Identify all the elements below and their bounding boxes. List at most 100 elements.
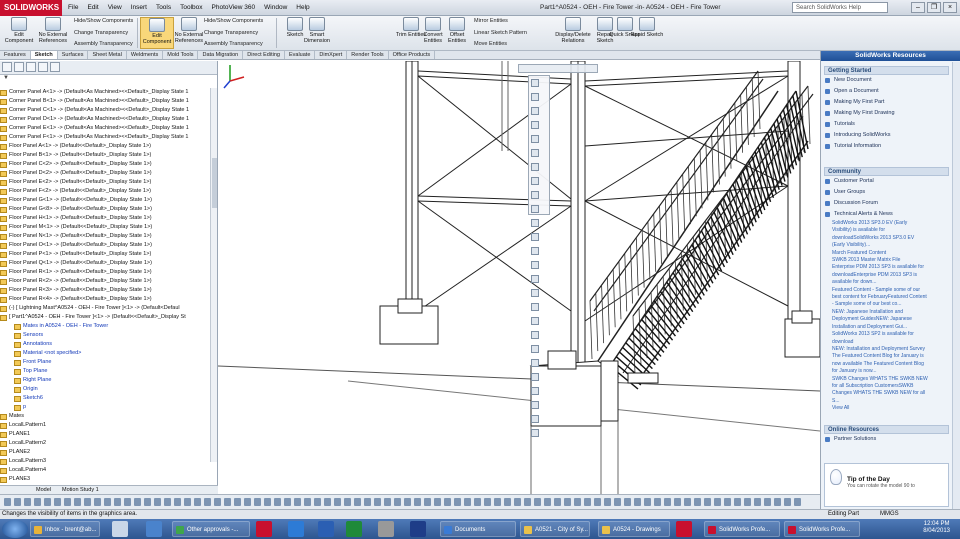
tab-mold-tools[interactable]: Mold Tools bbox=[163, 51, 199, 59]
news-item[interactable]: now available The Featured Content Blog bbox=[824, 361, 949, 368]
toolbar-tool-icon[interactable] bbox=[14, 498, 21, 506]
news-item[interactable]: Featured Content - Sample some of our bbox=[824, 287, 949, 294]
palette-tool-icon[interactable] bbox=[531, 275, 539, 283]
tree-item[interactable]: Sensors bbox=[0, 331, 211, 340]
palette-tool-icon[interactable] bbox=[531, 303, 539, 311]
minimize-icon[interactable]: – bbox=[911, 2, 925, 13]
tree-item[interactable]: Mates bbox=[0, 412, 211, 421]
toolbar-tool-icon[interactable] bbox=[584, 498, 591, 506]
scroll-thumb[interactable] bbox=[212, 158, 217, 208]
tree-item[interactable]: Mates in A0524 - OEH - Fire Tower bbox=[0, 322, 211, 331]
task-pane-scrollbar[interactable] bbox=[952, 62, 960, 509]
palette-tool-icon[interactable] bbox=[531, 289, 539, 297]
toolbar-tool-icon[interactable] bbox=[394, 498, 401, 506]
toolbar-tool-icon[interactable] bbox=[134, 498, 141, 506]
toolbar-tool-icon[interactable] bbox=[444, 498, 451, 506]
palette-tool-icon[interactable] bbox=[531, 149, 539, 157]
technical-alerts-link[interactable]: Technical Alerts & News bbox=[824, 209, 949, 220]
news-item[interactable]: Changes WHATS THE SWKB NEW for all bbox=[824, 390, 949, 397]
toolbar-tool-icon[interactable] bbox=[684, 498, 691, 506]
tree-item[interactable]: Corner Panel B<1> -> (Default<As Machine… bbox=[0, 97, 211, 106]
tree-item[interactable]: Floor Panel O<1> -> (Default<<Default>_D… bbox=[0, 241, 211, 250]
toolbar-tool-icon[interactable] bbox=[334, 498, 341, 506]
edit-component-button-active[interactable]: Edit Component bbox=[140, 17, 174, 49]
no-external-references-button[interactable]: No External References bbox=[36, 17, 70, 49]
taskbar-solidworks-icon[interactable] bbox=[676, 521, 692, 537]
news-item[interactable]: March Featured Content bbox=[824, 250, 949, 257]
toolbar-tool-icon[interactable] bbox=[524, 498, 531, 506]
news-item[interactable]: S... bbox=[824, 398, 949, 405]
toolbar-tool-icon[interactable] bbox=[264, 498, 271, 506]
news-item[interactable]: downloadEnterprise PDM 2013 SP3 is bbox=[824, 272, 949, 279]
mirror-entities[interactable]: Mirror Entities bbox=[474, 18, 508, 24]
tree-item[interactable]: Origin bbox=[0, 385, 211, 394]
taskbar-app-icon[interactable] bbox=[146, 521, 162, 537]
toolbar-tool-icon[interactable] bbox=[174, 498, 181, 506]
news-item[interactable]: downloadSolidWorks 2013 SP3.0 EV bbox=[824, 235, 949, 242]
palette-tool-icon[interactable] bbox=[531, 415, 539, 423]
toolbar-tool-icon[interactable] bbox=[84, 498, 91, 506]
toolbar-tool-icon[interactable] bbox=[324, 498, 331, 506]
menu-view[interactable]: View bbox=[108, 4, 122, 11]
property-manager-icon[interactable] bbox=[14, 62, 24, 72]
news-item[interactable]: - Sample some of our best co... bbox=[824, 301, 949, 308]
toolbar-tool-icon[interactable] bbox=[404, 498, 411, 506]
toolbar-tool-icon[interactable] bbox=[254, 498, 261, 506]
taskbar-folder-a0521[interactable]: A0521 - City of Sy... bbox=[520, 521, 590, 537]
news-item[interactable]: for January is now... bbox=[824, 368, 949, 375]
change-transparency[interactable]: Change Transparency bbox=[74, 30, 128, 36]
news-item[interactable]: best content for FebruaryFeatured Conten… bbox=[824, 294, 949, 301]
tree-item[interactable]: Annotations bbox=[0, 340, 211, 349]
toolbar-tool-icon[interactable] bbox=[244, 498, 251, 506]
palette-tool-icon[interactable] bbox=[531, 247, 539, 255]
palette-tool-icon[interactable] bbox=[531, 359, 539, 367]
tree-item[interactable]: Front Plane bbox=[0, 358, 211, 367]
restore-icon[interactable]: ❐ bbox=[927, 2, 941, 13]
taskbar-solidworks-2[interactable]: SolidWorks Profe... bbox=[784, 521, 860, 537]
menu-tools[interactable]: Tools bbox=[156, 4, 171, 11]
palette-tool-icon[interactable] bbox=[531, 429, 539, 437]
toolbar-tool-icon[interactable] bbox=[204, 498, 211, 506]
toolbar-tool-icon[interactable] bbox=[734, 498, 741, 506]
palette-tool-icon[interactable] bbox=[531, 345, 539, 353]
tree-item[interactable]: Top Plane bbox=[0, 367, 211, 376]
dimxpert-manager-icon[interactable] bbox=[38, 62, 48, 72]
news-item[interactable]: Deployment GuidesNEW: Japanese bbox=[824, 316, 949, 323]
toolbar-tool-icon[interactable] bbox=[564, 498, 571, 506]
menu-toolbox[interactable]: Toolbox bbox=[180, 4, 202, 11]
menu-window[interactable]: Window bbox=[264, 4, 287, 11]
toolbar-tool-icon[interactable] bbox=[94, 498, 101, 506]
toolbar-tool-icon[interactable] bbox=[534, 498, 541, 506]
tree-item[interactable]: LocalLPattern2 bbox=[0, 439, 211, 448]
first-drawing-link[interactable]: Making My First Drawing bbox=[824, 108, 949, 119]
tree-item[interactable]: PLANE1 bbox=[0, 430, 211, 439]
toolbar-tool-icon[interactable] bbox=[464, 498, 471, 506]
tree-item[interactable]: PLANE2 bbox=[0, 448, 211, 457]
taskbar-folder-a0524[interactable]: A0524 - Drawings bbox=[598, 521, 670, 537]
toolbar-tool-icon[interactable] bbox=[364, 498, 371, 506]
new-document-link[interactable]: New Document bbox=[824, 75, 949, 86]
palette-tool-icon[interactable] bbox=[531, 219, 539, 227]
toolbar-tool-icon[interactable] bbox=[764, 498, 771, 506]
toolbar-tool-icon[interactable] bbox=[224, 498, 231, 506]
tree-item[interactable]: Corner Panel E<1> -> (Default<As Machine… bbox=[0, 124, 211, 133]
toolbar-tool-icon[interactable] bbox=[184, 498, 191, 506]
toolbar-tool-icon[interactable] bbox=[304, 498, 311, 506]
toolbar-tool-icon[interactable] bbox=[314, 498, 321, 506]
tree-item[interactable]: LocalLPattern3 bbox=[0, 457, 211, 466]
toolbar-tool-icon[interactable] bbox=[714, 498, 721, 506]
toolbar-tool-icon[interactable] bbox=[294, 498, 301, 506]
taskbar-excel-icon[interactable] bbox=[346, 521, 362, 537]
tree-item[interactable]: Material <not specified> bbox=[0, 349, 211, 358]
taskbar-word-icon[interactable] bbox=[318, 521, 334, 537]
tab-render-tools[interactable]: Render Tools bbox=[347, 51, 389, 59]
palette-tool-icon[interactable] bbox=[531, 107, 539, 115]
toolbar-tool-icon[interactable] bbox=[74, 498, 81, 506]
news-item[interactable]: download bbox=[824, 339, 949, 346]
solidworks-logo[interactable]: SOLIDWORKS bbox=[0, 0, 62, 16]
toolbar-tool-icon[interactable] bbox=[44, 498, 51, 506]
taskbar-app-icon[interactable] bbox=[112, 521, 128, 537]
tree-item[interactable]: Sketch6 bbox=[0, 394, 211, 403]
news-item[interactable]: NEW: Japanese Installation and bbox=[824, 309, 949, 316]
news-item[interactable]: Installation and Deployment Gui... bbox=[824, 324, 949, 331]
